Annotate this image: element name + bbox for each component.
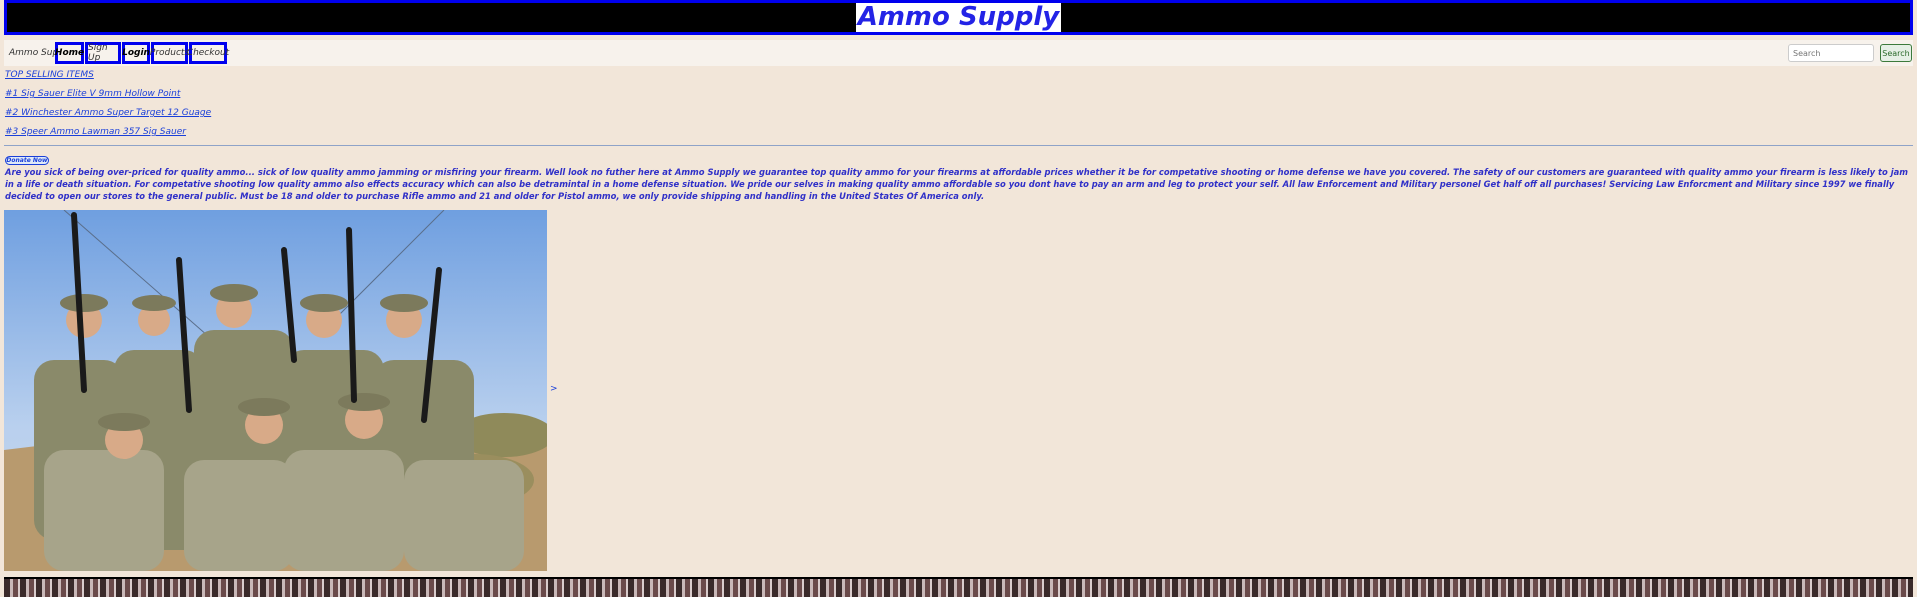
nav-login[interactable]: Login <box>122 42 150 64</box>
divider <box>4 145 1913 146</box>
intro-paragraph: Are you sick of being over-priced for qu… <box>5 167 1908 201</box>
soldiers-photo-illustration <box>4 210 547 571</box>
top-selling-item-2[interactable]: #2 Winchester Ammo Super Target 12 Guage <box>5 108 211 118</box>
nav-sign-up[interactable]: Sign Up <box>85 42 121 64</box>
top-selling-item-1[interactable]: #1 Sig Sauer Elite V 9mm Hollow Point <box>5 89 180 99</box>
nav-home[interactable]: Home <box>55 42 84 64</box>
donate-button[interactable]: Donate Now <box>5 156 49 165</box>
site-title: Ammo Supply <box>855 2 1062 32</box>
soldiers-photo <box>4 210 547 571</box>
footer-strip <box>4 577 1913 597</box>
nav-checkout[interactable]: Checkout <box>187 42 229 64</box>
search-input[interactable] <box>1788 44 1874 62</box>
search-button[interactable]: Search <box>1880 44 1912 62</box>
top-selling-item-3[interactable]: #3 Speer Ammo Lawman 357 Sig Sauer <box>5 127 186 137</box>
site-banner: Ammo Supply <box>4 0 1913 35</box>
navbar: Ammo Supply Home Sign Up Login Products … <box>4 40 1913 66</box>
top-selling-heading-link[interactable]: TOP SELLING ITEMS <box>5 70 94 80</box>
slider-next-arrow[interactable]: > <box>550 384 558 394</box>
nav-products[interactable]: Products <box>150 42 189 64</box>
